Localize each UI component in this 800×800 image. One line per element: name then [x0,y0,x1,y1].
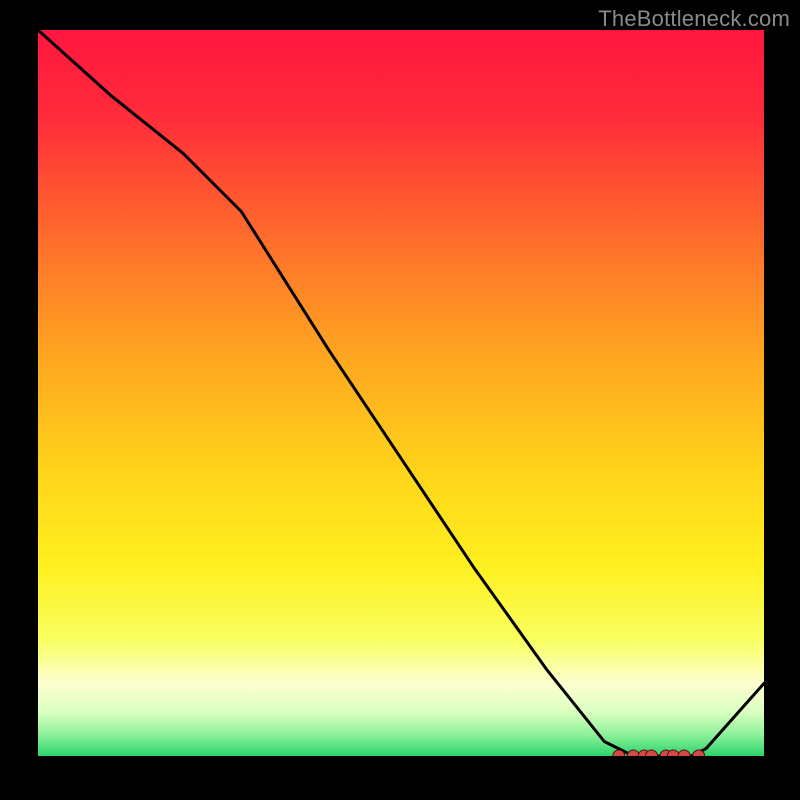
chart-svg [38,30,764,756]
watermark-text: TheBottleneck.com [598,6,790,32]
gradient-background [38,30,764,756]
chart-container: TheBottleneck.com [0,0,800,800]
bottleneck-line-plot [38,30,764,756]
